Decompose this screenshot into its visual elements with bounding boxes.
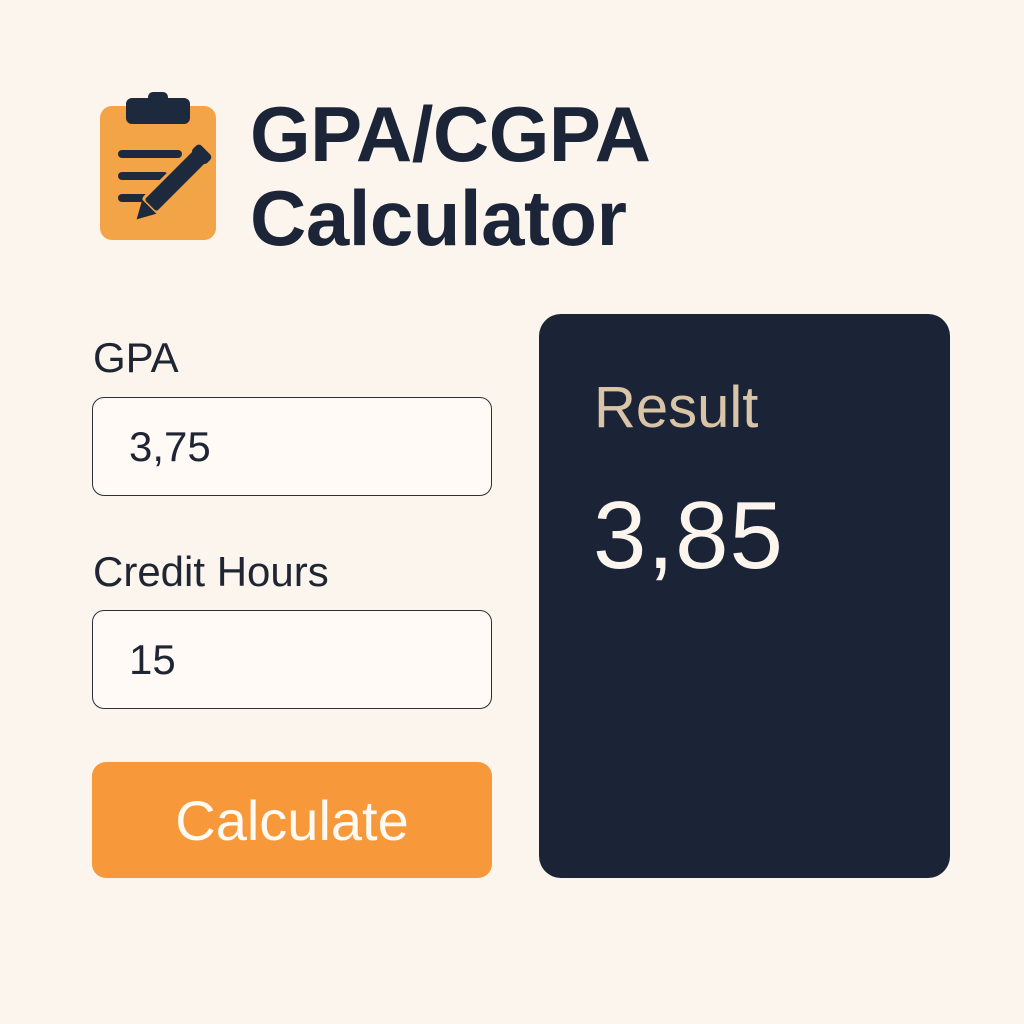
gpa-label: GPA [93, 334, 179, 381]
calculate-button[interactable]: Calculate [92, 762, 492, 878]
page-title-line2: Calculator [250, 174, 627, 262]
result-label: Result [594, 375, 759, 440]
gpa-input[interactable] [92, 397, 492, 496]
page-title: GPA/CGPA Calculator [250, 90, 651, 262]
result-value: 3,85 [593, 482, 784, 589]
gpa-calculator-app: GPA/CGPA Calculator GPA Credit Hours Cal… [0, 0, 1024, 1024]
page-title-line1: GPA/CGPA [250, 90, 651, 178]
credit-hours-input[interactable] [92, 610, 492, 709]
result-panel: Result 3,85 [539, 314, 950, 878]
clipboard-pencil-icon [96, 90, 232, 246]
credit-hours-label: Credit Hours [93, 548, 329, 595]
